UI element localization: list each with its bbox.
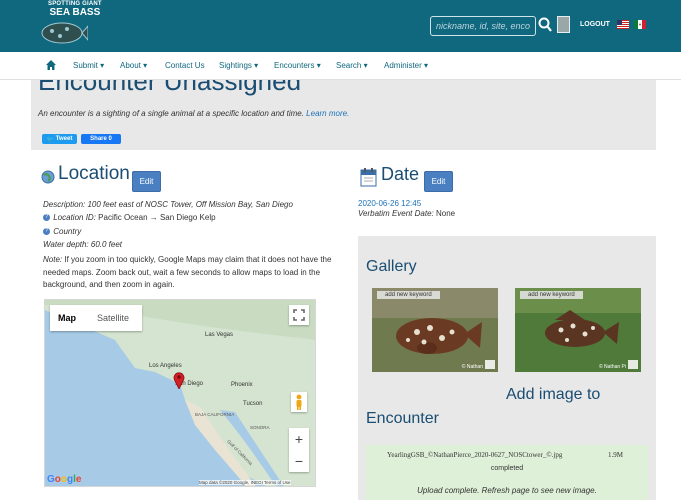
map-attribution[interactable]: Map data ©2020 Google, INEGI Terms of Us…	[199, 480, 291, 485]
nav-encounters-label: Encounters	[274, 61, 315, 70]
edit-date-button[interactable]: Edit	[424, 171, 453, 192]
mexico-flag-icon[interactable]	[634, 20, 646, 29]
photo-credit-1: © Nathan	[461, 364, 483, 370]
nav-sightings[interactable]: Sightings ▾	[219, 61, 258, 70]
edit-location-button[interactable]: Edit	[132, 171, 161, 192]
search-icon[interactable]	[538, 17, 552, 33]
logo-text: SPOTTING GIANT SEA BASS	[48, 1, 102, 18]
location-id-value: Pacific Ocean → San Diego Kelp	[98, 213, 216, 222]
nav-search[interactable]: Search ▾	[336, 61, 368, 70]
map-note: Note: If you zoom in too quickly, Google…	[43, 254, 343, 292]
google-logo: Google	[47, 474, 82, 485]
water-depth-label: Water depth:	[43, 240, 89, 249]
upload-filesize: 1.9M	[608, 451, 623, 459]
tweet-button[interactable]: 🐦 Tweet	[42, 134, 77, 144]
upload-filename: YearlingGSB_©NathanPierce_2020-0627_NOSC…	[387, 451, 563, 459]
share-label: Share 0	[90, 136, 112, 142]
nav-administer-label: Administer	[384, 61, 422, 70]
water-depth: Water depth: 60.0 feet	[43, 240, 122, 249]
description-label: Description:	[43, 200, 86, 209]
facebook-share-button[interactable]: Share 0	[81, 134, 121, 144]
nav-encounters[interactable]: Encounters ▾	[274, 61, 321, 70]
zoom-out-button[interactable]: −	[289, 450, 309, 472]
gallery-panel: Gallery add new keyword © Nathan add new	[358, 236, 656, 500]
location-country: ? Country	[43, 227, 81, 236]
add-keyword-button[interactable]: add new keyword	[377, 291, 440, 299]
map-label-baja: BAJA CALIFORNIA	[195, 412, 235, 417]
header-bar: SPOTTING GIANT SEA BASS LOGOUT	[0, 0, 681, 52]
us-flag-icon[interactable]	[617, 20, 629, 29]
calendar-icon	[360, 168, 377, 187]
fullscreen-icon	[293, 309, 305, 321]
map-label-los-angeles: Los Angeles	[149, 363, 182, 369]
nav-contact-label: Contact Us	[165, 61, 205, 70]
globe-icon	[41, 170, 55, 184]
note-body: If you zoom in too quickly, Google Maps …	[43, 255, 332, 289]
location-id: ? Location ID: Pacific Ocean → San Diego…	[43, 213, 216, 222]
upload-status-box: YearlingGSB_©NathanPierce_2020-0627_NOSC…	[366, 445, 648, 500]
encounter-date[interactable]: 2020-06-26 12:45	[358, 199, 421, 208]
add-image-heading-line2: Encounter	[366, 410, 439, 427]
add-keyword-button[interactable]: add new keyword	[520, 291, 583, 299]
map-label-tucson: Tucson	[243, 401, 263, 407]
street-view-pegman[interactable]	[291, 392, 307, 412]
gallery-photo-2[interactable]: add new keyword © Nathan Pi	[515, 288, 641, 372]
encounter-banner: Encounter Unassigned An encounter is a s…	[31, 80, 656, 150]
upload-complete-message: Upload complete. Refresh page to see new…	[417, 486, 597, 495]
gallery-heading: Gallery	[366, 258, 417, 275]
logo-line-2: SEA BASS	[49, 7, 101, 18]
map-label-las-vegas: Las Vegas	[205, 332, 234, 338]
water-depth-value: 60.0 feet	[90, 240, 123, 249]
user-avatar[interactable]	[557, 16, 570, 33]
verbatim-value: None	[435, 209, 456, 218]
verbatim-event-date: Verbatim Event Date: None	[358, 209, 455, 218]
fish-photo-2	[515, 288, 641, 372]
fullscreen-button[interactable]	[289, 305, 309, 325]
photo-menu-icon[interactable]	[485, 360, 495, 369]
country-label: Country	[53, 227, 82, 236]
nav-about-label: About	[120, 61, 141, 70]
map-label-phoenix: Phoenix	[231, 382, 253, 388]
pegman-icon	[296, 394, 302, 410]
tweet-label: Tweet	[55, 136, 73, 142]
help-icon[interactable]: ?	[43, 214, 50, 222]
zoom-in-button[interactable]: +	[289, 428, 309, 450]
logout-link[interactable]: LOGOUT	[580, 21, 610, 28]
page-subtitle: An encounter is a sighting of a single a…	[38, 109, 349, 118]
map-tab-satellite[interactable]: Satellite	[84, 305, 142, 331]
main-nav: Submit ▾ About ▾ Contact Us Sightings ▾ …	[0, 52, 681, 80]
location-heading: Location	[58, 163, 130, 184]
nav-contact-us[interactable]: Contact Us	[165, 61, 205, 70]
search-input[interactable]	[430, 16, 536, 36]
nav-submit[interactable]: Submit ▾	[73, 61, 104, 70]
verbatim-label: Verbatim Event Date:	[358, 209, 434, 218]
page-title: Encounter Unassigned	[38, 80, 302, 96]
map-label-sonora: SONORA	[250, 425, 270, 430]
date-heading: Date	[381, 164, 420, 184]
subtitle-text: An encounter is a sighting of a single a…	[38, 109, 304, 118]
photo-menu-icon[interactable]	[628, 360, 638, 369]
upload-progress-status: completed	[490, 465, 524, 472]
gallery-photo-1[interactable]: add new keyword © Nathan	[372, 288, 498, 372]
map-tab-map[interactable]: Map	[50, 305, 84, 331]
map-type-tabs: Map Satellite	[50, 305, 142, 331]
zoom-control: + −	[289, 428, 309, 472]
location-id-label: Location ID:	[53, 213, 96, 222]
nav-submit-label: Submit	[73, 61, 98, 70]
location-description: Description: 100 feet east of NOSC Tower…	[43, 200, 293, 209]
learn-more-link[interactable]: Learn more.	[306, 109, 349, 118]
location-map[interactable]: Las Vegas Los Angeles San Diego Phoenix …	[44, 299, 316, 487]
nav-search-label: Search	[336, 61, 362, 70]
photo-credit-2: © Nathan Pi	[598, 364, 626, 370]
note-label: Note:	[43, 255, 63, 264]
fish-photo-1	[372, 288, 498, 372]
add-image-heading-line1: Add image to	[506, 386, 601, 403]
nav-sightings-label: Sightings	[219, 61, 252, 70]
map-pin-icon[interactable]	[173, 371, 185, 389]
help-icon[interactable]: ?	[43, 228, 50, 236]
description-value: 100 feet east of NOSC Tower, Off Mission…	[87, 200, 293, 209]
home-icon[interactable]	[46, 60, 56, 70]
nav-administer[interactable]: Administer ▾	[384, 61, 428, 70]
nav-about[interactable]: About ▾	[120, 61, 147, 70]
